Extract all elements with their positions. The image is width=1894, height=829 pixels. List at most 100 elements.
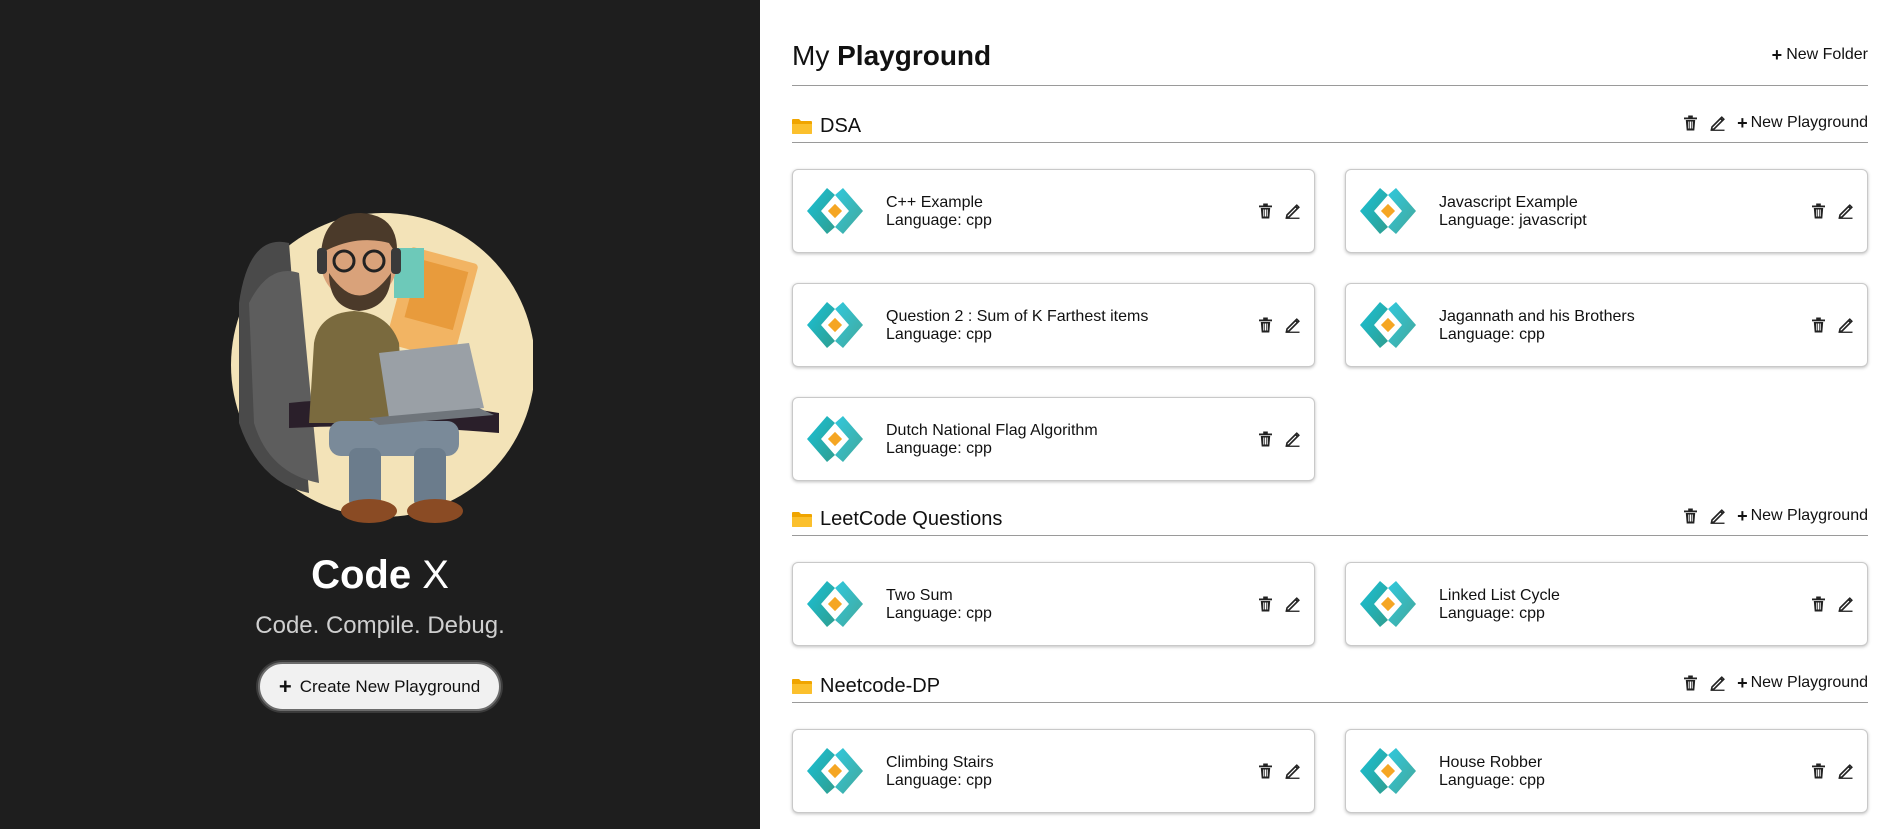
page-header: My Playground + New Folder: [792, 38, 1868, 86]
new-playground-button[interactable]: + New Playground: [1737, 114, 1868, 132]
new-playground-label: New Playground: [1750, 507, 1868, 524]
card-actions: [1258, 596, 1300, 612]
new-playground-button[interactable]: + New Playground: [1737, 507, 1868, 525]
playground-title: Two Sum: [886, 587, 953, 604]
pencil-icon[interactable]: [1285, 431, 1300, 447]
trash-icon[interactable]: [1258, 763, 1273, 779]
code-brackets-logo-icon: [805, 413, 865, 465]
create-new-playground-button[interactable]: + Create New Playground: [258, 662, 501, 711]
playground-title: C++ Example: [886, 194, 983, 211]
playground-language: Language: cpp: [886, 772, 992, 789]
code-brackets-logo-icon: [805, 578, 865, 630]
playground-language: Language: cpp: [1439, 605, 1545, 622]
trash-icon[interactable]: [1683, 675, 1698, 691]
playground-language: Language: cpp: [886, 605, 992, 622]
folder-title: LeetCode Questions: [820, 507, 1003, 530]
pencil-icon[interactable]: [1285, 317, 1300, 333]
plus-icon: +: [1737, 506, 1748, 526]
folder-actions: + New Playground: [1683, 114, 1868, 132]
trash-icon[interactable]: [1683, 115, 1698, 131]
folder-icon: [792, 118, 812, 134]
pencil-icon[interactable]: [1838, 763, 1853, 779]
code-brackets-logo-icon: [1358, 299, 1418, 351]
new-folder-button[interactable]: + New Folder: [1772, 46, 1868, 64]
pencil-icon[interactable]: [1710, 115, 1725, 131]
trash-icon[interactable]: [1258, 431, 1273, 447]
playground-language: Language: cpp: [886, 212, 992, 229]
trash-icon[interactable]: [1258, 317, 1273, 333]
create-new-playground-label: Create New Playground: [299, 676, 481, 696]
code-brackets-logo-icon: [1358, 745, 1418, 797]
app-brand: Code X: [0, 551, 760, 599]
folder-icon: [792, 511, 812, 527]
folder-header: DSA + New Playground: [792, 113, 1868, 143]
pencil-icon[interactable]: [1838, 203, 1853, 219]
pencil-icon[interactable]: [1710, 675, 1725, 691]
folder-header: LeetCode Questions + New Playground: [792, 506, 1868, 536]
folder-header: Neetcode-DP + New Playground: [792, 673, 1868, 703]
playground-card[interactable]: Climbing Stairs Language: cpp: [792, 729, 1315, 813]
code-brackets-logo-icon: [805, 185, 865, 237]
pencil-icon[interactable]: [1285, 203, 1300, 219]
folder-actions: + New Playground: [1683, 507, 1868, 525]
playground-card[interactable]: House Robber Language: cpp: [1345, 729, 1868, 813]
folder-icon: [792, 678, 812, 694]
plus-icon: +: [1737, 113, 1748, 133]
code-brackets-logo-icon: [1358, 185, 1418, 237]
card-actions: [1258, 763, 1300, 779]
trash-icon[interactable]: [1811, 596, 1826, 612]
trash-icon[interactable]: [1811, 763, 1826, 779]
folder-name[interactable]: LeetCode Questions: [792, 506, 1002, 532]
card-actions: [1258, 203, 1300, 219]
pencil-icon[interactable]: [1838, 596, 1853, 612]
playground-title: Question 2 : Sum of K Farthest items: [886, 308, 1149, 325]
playground-card[interactable]: Javascript Example Language: javascript: [1345, 169, 1868, 253]
trash-icon[interactable]: [1811, 203, 1826, 219]
hero-panel: Code X Code. Compile. Debug. + Create Ne…: [0, 0, 760, 829]
developer-avatar-illustration: [231, 213, 533, 523]
playground-title: Dutch National Flag Algorithm: [886, 422, 1098, 439]
code-brackets-logo-icon: [1358, 578, 1418, 630]
pencil-icon[interactable]: [1710, 508, 1725, 524]
playground-language: Language: javascript: [1439, 212, 1587, 229]
playground-language: Language: cpp: [886, 440, 992, 457]
trash-icon[interactable]: [1811, 317, 1826, 333]
playground-card[interactable]: Question 2 : Sum of K Farthest items Lan…: [792, 283, 1315, 367]
folder-name[interactable]: Neetcode-DP: [792, 673, 940, 699]
new-playground-label: New Playground: [1750, 674, 1868, 691]
new-playground-button[interactable]: + New Playground: [1737, 674, 1868, 692]
trash-icon[interactable]: [1258, 596, 1273, 612]
card-actions: [1811, 203, 1853, 219]
plus-icon: +: [1771, 45, 1783, 65]
code-brackets-logo-icon: [805, 299, 865, 351]
playground-panel: My Playground + New Folder DSA + New Pla…: [760, 0, 1894, 829]
card-actions: [1811, 317, 1853, 333]
playground-title: Linked List Cycle: [1439, 587, 1560, 604]
plus-icon: +: [278, 673, 292, 699]
code-brackets-logo-icon: [805, 745, 865, 797]
playground-card[interactable]: C++ Example Language: cpp: [792, 169, 1315, 253]
folder-name[interactable]: DSA: [792, 113, 861, 139]
brand-x: X: [422, 553, 449, 597]
playground-language: Language: cpp: [1439, 326, 1545, 343]
pencil-icon[interactable]: [1285, 596, 1300, 612]
playground-card[interactable]: Jagannath and his Brothers Language: cpp: [1345, 283, 1868, 367]
folder-title: Neetcode-DP: [820, 674, 941, 697]
playground-card[interactable]: Dutch National Flag Algorithm Language: …: [792, 397, 1315, 481]
card-actions: [1258, 431, 1300, 447]
card-actions: [1811, 596, 1853, 612]
plus-icon: +: [1737, 673, 1748, 693]
page-title-bold: Playground: [837, 40, 992, 71]
pencil-icon[interactable]: [1285, 763, 1300, 779]
playground-card[interactable]: Linked List Cycle Language: cpp: [1345, 562, 1868, 646]
trash-icon[interactable]: [1683, 508, 1698, 524]
playground-title: Javascript Example: [1439, 194, 1578, 211]
new-playground-label: New Playground: [1750, 114, 1868, 131]
app-tagline: Code. Compile. Debug.: [255, 612, 505, 639]
trash-icon[interactable]: [1258, 203, 1273, 219]
card-actions: [1258, 317, 1300, 333]
playground-title: House Robber: [1439, 754, 1543, 771]
playground-card[interactable]: Two Sum Language: cpp: [792, 562, 1315, 646]
playground-language: Language: cpp: [886, 326, 992, 343]
pencil-icon[interactable]: [1838, 317, 1853, 333]
